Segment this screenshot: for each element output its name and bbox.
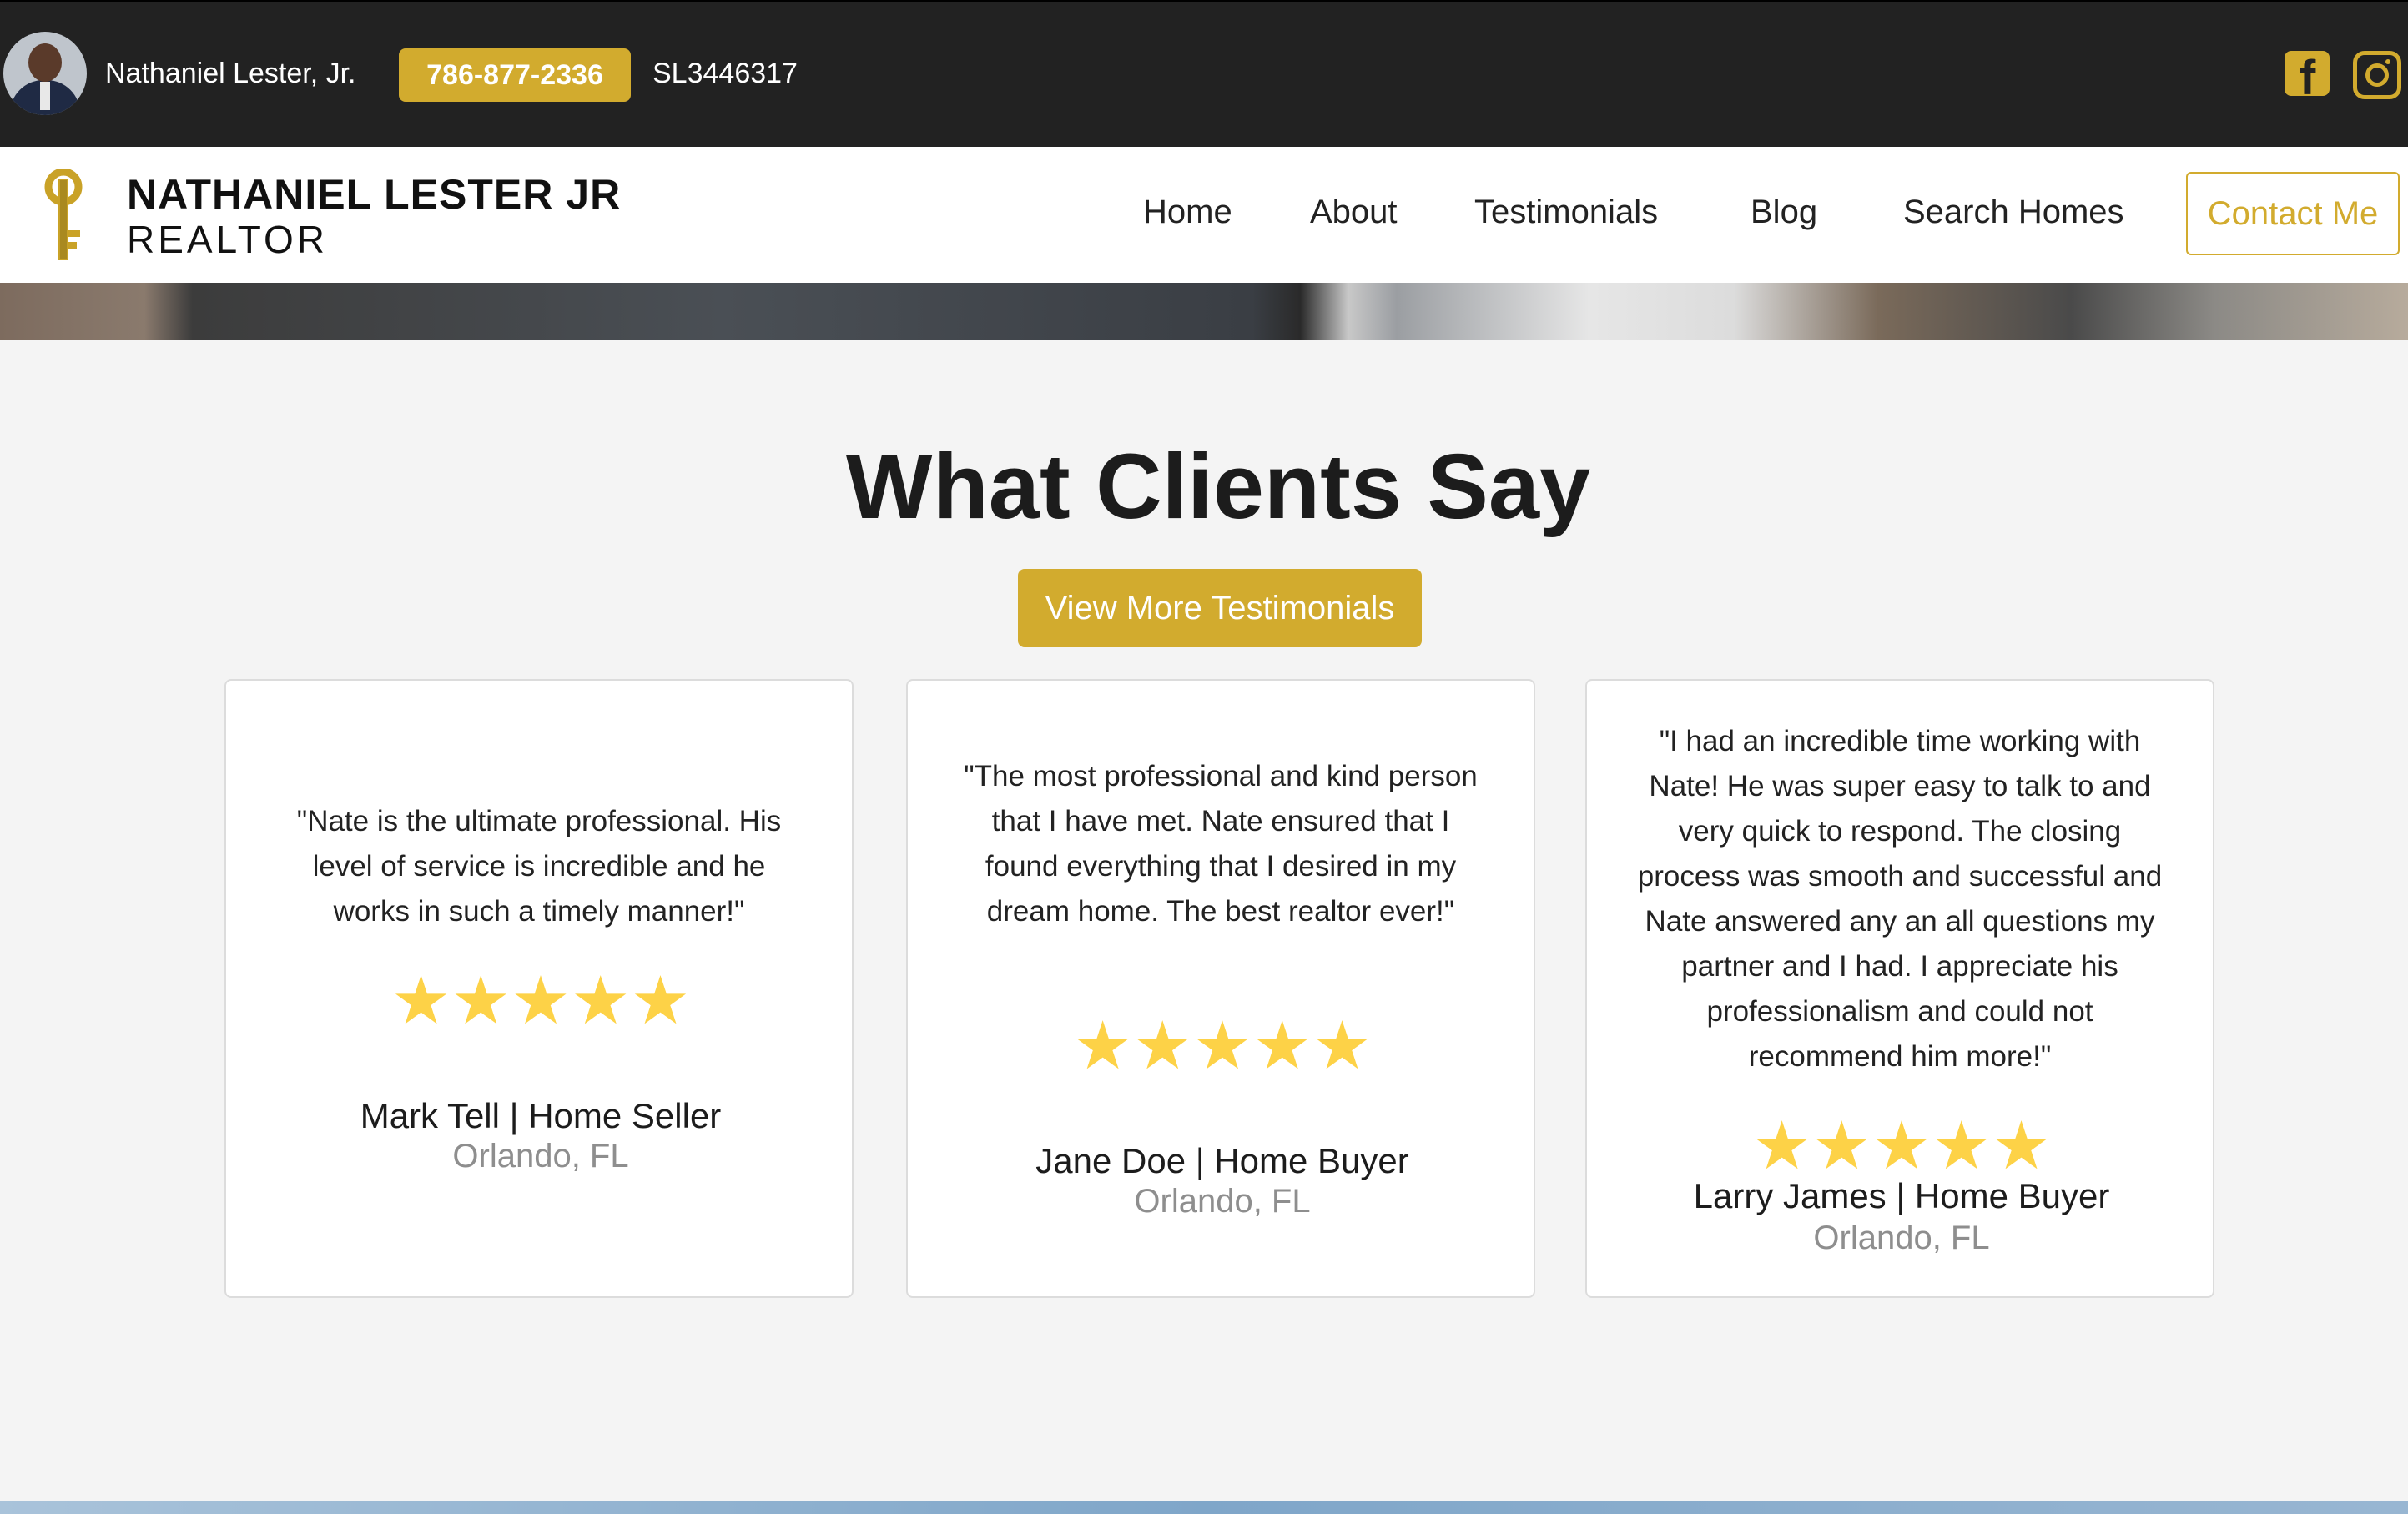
license-number: SL3446317 <box>652 58 798 89</box>
reviewer-name: Mark Tell | Home Seller <box>360 1096 722 1135</box>
nav-blog[interactable]: Blog <box>1751 194 1817 231</box>
brand-subtitle: REALTOR <box>127 218 329 261</box>
instagram-icon[interactable] <box>2353 51 2401 99</box>
star-rating: ★★★★★ <box>1587 1113 2216 1180</box>
main-navbar: NATHANIEL LESTER JR REALTOR Home About T… <box>0 147 2408 283</box>
agent-avatar <box>3 32 87 115</box>
reviewer-name: Jane Doe | Home Buyer <box>1035 1141 1409 1180</box>
reviewer-location: Orlando, FL <box>1813 1220 1990 1256</box>
facebook-icon[interactable]: f <box>2285 51 2330 96</box>
star-icon: ★ <box>1252 1008 1312 1083</box>
star-icon: ★ <box>630 963 691 1038</box>
star-icon: ★ <box>1072 1008 1133 1083</box>
nav-testimonials[interactable]: Testimonials <box>1474 194 1658 231</box>
star-rating: ★★★★★ <box>908 1013 1537 1079</box>
star-icon: ★ <box>1811 1109 1872 1183</box>
agent-name: Nathaniel Lester, Jr. <box>105 58 356 89</box>
nav-home[interactable]: Home <box>1143 194 1232 231</box>
star-icon: ★ <box>1871 1109 1932 1183</box>
brand-name[interactable]: NATHANIEL LESTER JR <box>127 170 621 219</box>
testimonial-quote: "The most professional and kind person t… <box>964 760 1478 928</box>
star-icon: ★ <box>1751 1109 1812 1183</box>
phone-button[interactable]: 786-877-2336 <box>399 48 631 102</box>
star-icon: ★ <box>1312 1008 1373 1083</box>
reviewer-name: Larry James | Home Buyer <box>1693 1176 2110 1215</box>
star-icon: ★ <box>1132 1008 1193 1083</box>
testimonial-quote: "I had an incredible time working with N… <box>1637 725 2163 1073</box>
star-icon: ★ <box>511 963 571 1038</box>
testimonial-quote: "Nate is the ultimate professional. His … <box>296 805 782 928</box>
key-logo-icon[interactable] <box>40 169 92 262</box>
testimonials-heading: What Clients Say <box>845 435 1591 538</box>
star-icon: ★ <box>1931 1109 1992 1183</box>
reviewer-location: Orlando, FL <box>452 1138 629 1174</box>
nav-about[interactable]: About <box>1310 194 1398 231</box>
star-icon: ★ <box>1192 1008 1252 1083</box>
star-icon: ★ <box>390 963 451 1038</box>
testimonial-card: "Nate is the ultimate professional. His … <box>224 679 854 1298</box>
view-more-testimonials-button[interactable]: View More Testimonials <box>1018 569 1422 647</box>
nav-search-homes[interactable]: Search Homes <box>1903 194 2124 231</box>
top-bar: Nathaniel Lester, Jr. 786-877-2336 SL344… <box>0 0 2408 148</box>
star-icon: ★ <box>570 963 631 1038</box>
testimonial-card: "I had an incredible time working with N… <box>1585 679 2214 1298</box>
star-icon: ★ <box>1991 1109 2052 1183</box>
star-icon: ★ <box>451 963 511 1038</box>
reviewer-location: Orlando, FL <box>1134 1183 1311 1220</box>
contact-me-button[interactable]: Contact Me <box>2186 172 2400 255</box>
hero-image-strip <box>0 283 2408 340</box>
testimonial-card: "The most professional and kind person t… <box>906 679 1535 1298</box>
star-rating: ★★★★★ <box>226 968 855 1034</box>
footer-image-strip <box>0 1501 2408 1514</box>
